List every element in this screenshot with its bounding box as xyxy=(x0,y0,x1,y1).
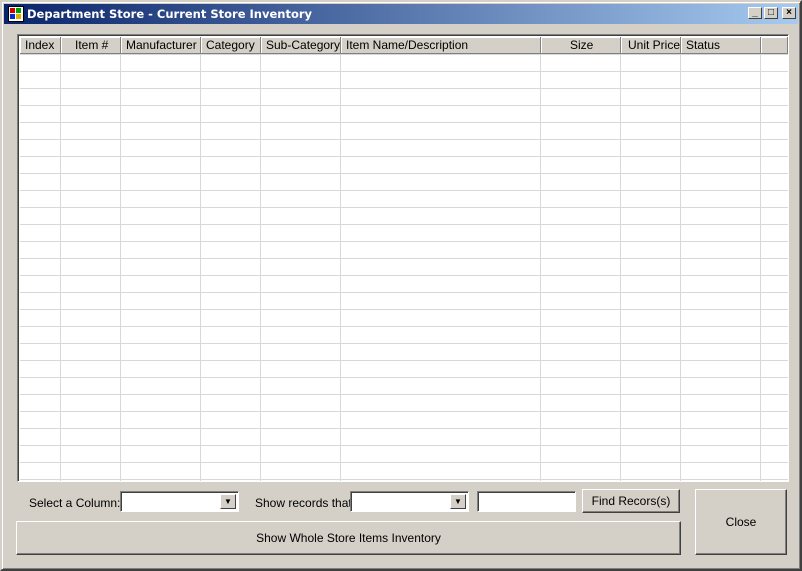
grid-column-divider xyxy=(620,54,621,481)
show-records-label: Show records that xyxy=(255,496,352,510)
find-records-button[interactable]: Find Recors(s) xyxy=(582,489,680,513)
maximize-button[interactable]: □ xyxy=(764,7,778,19)
grid-header: Index Item # Manufacturer Category Sub-C… xyxy=(20,37,788,54)
condition-select[interactable]: ▼ xyxy=(350,491,469,512)
column-header-unit-price[interactable]: Unit Price xyxy=(621,37,681,54)
app-icon[interactable] xyxy=(8,6,24,22)
show-all-inventory-button[interactable]: Show Whole Store Items Inventory xyxy=(16,521,681,555)
column-header-filler xyxy=(761,37,788,54)
grid-column-divider xyxy=(260,54,261,481)
inventory-grid[interactable]: Index Item # Manufacturer Category Sub-C… xyxy=(17,34,789,482)
chevron-down-icon[interactable]: ▼ xyxy=(220,494,236,509)
title-bar[interactable]: Department Store - Current Store Invento… xyxy=(4,4,798,24)
grid-column-divider xyxy=(680,54,681,481)
column-header-status[interactable]: Status xyxy=(681,37,761,54)
minimize-button[interactable]: _ xyxy=(748,7,762,19)
chevron-down-icon[interactable]: ▼ xyxy=(450,494,466,509)
inventory-window: Department Store - Current Store Invento… xyxy=(0,0,802,571)
search-value-input[interactable] xyxy=(477,491,576,512)
column-header-size[interactable]: Size xyxy=(541,37,621,54)
column-header-index[interactable]: Index xyxy=(20,37,61,54)
column-header-item-number[interactable]: Item # xyxy=(61,37,121,54)
grid-column-divider xyxy=(540,54,541,481)
grid-column-divider xyxy=(340,54,341,481)
select-column-label: Select a Column: xyxy=(29,496,121,510)
close-button[interactable]: Close xyxy=(695,489,787,555)
window-title: Department Store - Current Store Invento… xyxy=(27,7,313,21)
column-header-manufacturer[interactable]: Manufacturer xyxy=(121,37,201,54)
grid-column-divider xyxy=(120,54,121,481)
column-header-category[interactable]: Category xyxy=(201,37,261,54)
column-header-item-name[interactable]: Item Name/Description xyxy=(341,37,541,54)
column-header-sub-category[interactable]: Sub-Category xyxy=(261,37,341,54)
grid-column-divider xyxy=(60,54,61,481)
column-select[interactable]: ▼ xyxy=(120,491,239,512)
close-window-button[interactable]: × xyxy=(782,7,796,19)
grid-column-divider xyxy=(200,54,201,481)
grid-column-divider xyxy=(760,54,761,481)
grid-body[interactable] xyxy=(20,54,788,481)
